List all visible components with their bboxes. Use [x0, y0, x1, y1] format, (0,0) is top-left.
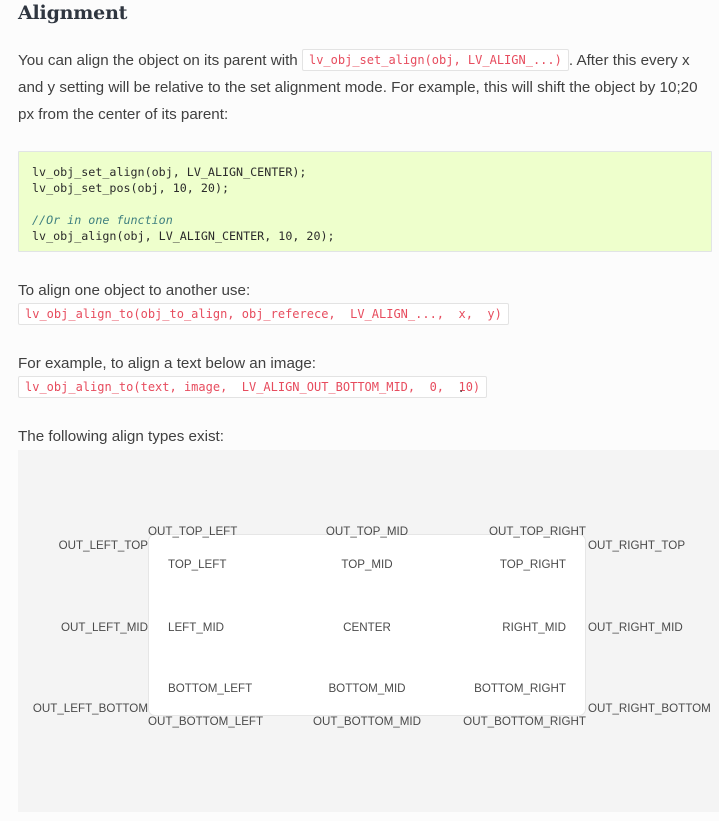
align-to-label: To align one object to another use:: [18, 282, 251, 299]
documentation-page: Alignment You can align the object on it…: [0, 0, 719, 821]
label-left-mid: LEFT_MID: [168, 621, 225, 634]
label-top-right: TOP_RIGHT: [499, 558, 566, 571]
intro-text-before: You can align the object on its parent w…: [18, 52, 302, 69]
code-line-set-pos: lv_obj_set_pos(obj, 10, 20);: [32, 181, 230, 195]
label-out-right-top: OUT_RIGHT_TOP: [588, 539, 686, 552]
label-out-top-left: OUT_TOP_LEFT: [148, 525, 238, 538]
code-line-align: lv_obj_align(obj, LV_ALIGN_CENTER, 10, 2…: [32, 229, 335, 243]
label-out-top-right: OUT_TOP_RIGHT: [488, 525, 586, 538]
label-out-right-bottom: OUT_RIGHT_BOTTOM: [588, 702, 711, 715]
example-label: For example, to align a text below an im…: [18, 355, 317, 372]
code-block-alignment-example: lv_obj_set_align(obj, LV_ALIGN_CENTER); …: [18, 151, 712, 252]
code-block-content: lv_obj_set_align(obj, LV_ALIGN_CENTER); …: [32, 164, 699, 244]
label-bottom-left: BOTTOM_LEFT: [168, 682, 253, 695]
inline-code-align-to: lv_obj_align_to(obj_to_align, obj_refere…: [18, 303, 509, 325]
inline-code-set-align: lv_obj_set_align(obj, LV_ALIGN_...): [301, 49, 569, 72]
code-comment-line: //Or in one function: [32, 213, 173, 227]
label-out-left-bottom: OUT_LEFT_BOTTOM: [32, 702, 148, 715]
label-out-left-mid: OUT_LEFT_MID: [61, 621, 148, 634]
label-bottom-right: BOTTOM_RIGHT: [474, 682, 566, 695]
label-out-left-top: OUT_LEFT_TOP: [58, 539, 148, 552]
example-trailing-period: .: [459, 379, 464, 396]
page-title: Alignment: [18, 2, 128, 24]
inline-code-align-to-example: lv_obj_align_to(text, image, LV_ALIGN_OU…: [18, 376, 488, 398]
label-right-mid: RIGHT_MID: [502, 621, 566, 634]
alignment-diagram: OUT_TOP_LEFT OUT_TOP_MID OUT_TOP_RIGHT O…: [18, 450, 719, 812]
code-line-set-align: lv_obj_set_align(obj, LV_ALIGN_CENTER);: [32, 165, 307, 179]
intro-paragraph: You can align the object on its parent w…: [18, 47, 708, 128]
label-out-bottom-left: OUT_BOTTOM_LEFT: [148, 715, 264, 728]
label-top-left: TOP_LEFT: [168, 558, 227, 571]
label-out-bottom-right: OUT_BOTTOM_RIGHT: [463, 715, 586, 728]
align-types-label: The following align types exist:: [18, 428, 224, 445]
label-out-right-mid: OUT_RIGHT_MID: [588, 621, 683, 634]
